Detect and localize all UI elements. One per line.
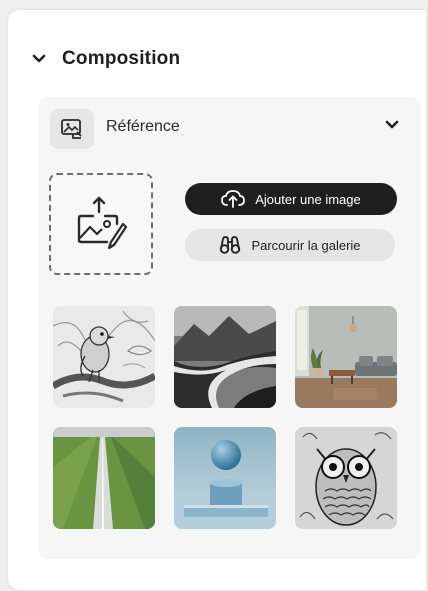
mountain-river-image [174,306,276,408]
gallery-thumbnail-living-room[interactable] [295,306,397,408]
reference-card: Référence Ajouter une image Parcourir la… [38,97,421,559]
chevron-down-icon [385,120,399,129]
chevron-down-icon [32,54,46,63]
field-road-image [53,427,155,529]
browse-gallery-button[interactable]: Parcourir la galerie [185,229,395,261]
add-image-label: Ajouter une image [255,191,361,207]
composition-section-toggle[interactable]: Composition [32,48,180,70]
gallery-thumbnail-mountain-river[interactable] [174,306,276,408]
sphere-pedestal-image [174,427,276,529]
reference-dropdown[interactable]: Référence [38,97,421,159]
image-reference-icon [50,109,94,149]
cloud-upload-icon [221,190,246,208]
gallery-thumbnail-field-road[interactable] [53,427,155,529]
browse-gallery-label: Parcourir la galerie [251,237,361,253]
image-upload-dropzone[interactable] [49,173,153,275]
gallery-thumbnail-sphere-pedestal[interactable] [174,427,276,529]
composition-panel: Composition Référence Ajouter une image … [8,10,426,590]
add-image-button[interactable]: Ajouter une image [185,183,397,215]
binoculars-icon [220,236,241,254]
gallery-thumbnail-owl-etching[interactable] [295,427,397,529]
reference-label: Référence [106,118,180,135]
bird-sketch-image [53,306,155,408]
section-title: Composition [62,48,181,69]
gallery-thumbnail-bird-sketch[interactable] [53,306,155,408]
living-room-image [295,306,397,408]
upload-image-icon [77,196,128,250]
owl-etching-image [295,427,397,529]
